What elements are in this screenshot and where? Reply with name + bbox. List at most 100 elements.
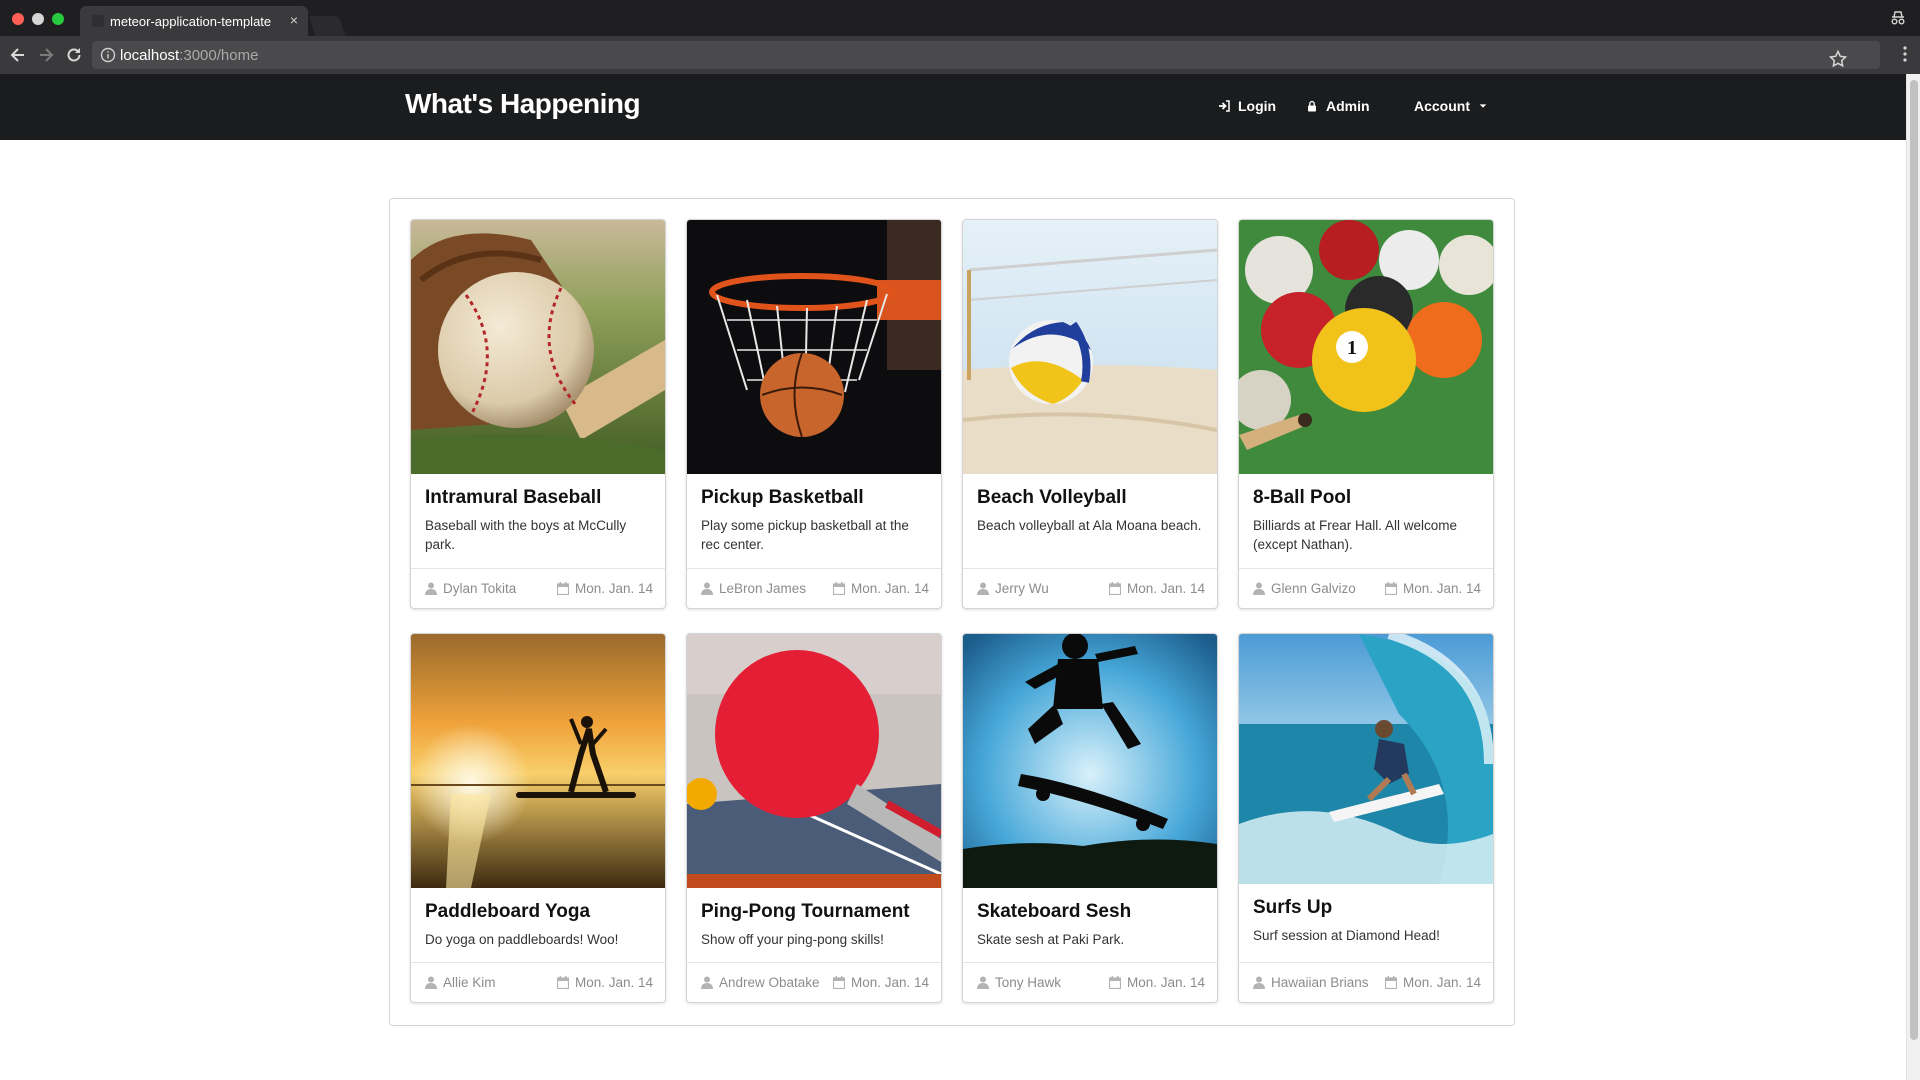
event-card[interactable]: Pickup Basketball Play some pickup baske… (686, 219, 942, 609)
bookmark-star-icon[interactable] (1828, 49, 1848, 69)
card-date: Mon. Jan. 14 (556, 581, 653, 596)
card-description: Billiards at Frear Hall. All welcome (ex… (1253, 518, 1458, 552)
volleyball-image (963, 220, 1217, 474)
date-text: Mon. Jan. 14 (1126, 975, 1205, 990)
card-title[interactable]: Intramural Baseball (425, 487, 601, 509)
browser-tab-bar: meteor-application-template × (0, 0, 1920, 36)
page-viewport: What's Happening Login Admin Account Int… (0, 74, 1906, 1080)
sign-in-icon (1219, 100, 1230, 112)
forward-arrow-icon[interactable] (36, 45, 56, 65)
card-date: Mon. Jan. 14 (1108, 581, 1205, 596)
card-date: Mon. Jan. 14 (1384, 581, 1481, 596)
user-name: LeBron James (719, 581, 807, 596)
card-date: Mon. Jan. 14 (1108, 975, 1205, 990)
card-date: Mon. Jan. 14 (832, 581, 929, 596)
close-window-button[interactable] (12, 13, 24, 25)
event-card[interactable]: 1 8-Ball Pool Billiards at Frear Hall. A… (1238, 219, 1494, 609)
calendar-icon (832, 582, 845, 595)
event-card[interactable]: Paddleboard Yoga Do yoga on paddleboards… (410, 633, 666, 1003)
login-link[interactable]: Login (1218, 98, 1276, 114)
card-footer: Andrew Obatake Mon. Jan. 14 (687, 962, 941, 1002)
user-name: Andrew Obatake (719, 975, 820, 990)
user-name: Allie Kim (443, 975, 496, 990)
svg-text:1: 1 (1347, 337, 1357, 359)
date-text: Mon. Jan. 14 (1402, 975, 1481, 990)
skateboard-image (963, 634, 1217, 888)
pool-picture: 1 (1239, 220, 1493, 474)
date-text: Mon. Jan. 14 (850, 581, 929, 596)
baseball-picture (411, 220, 665, 474)
date-text: Mon. Jan. 14 (574, 581, 653, 596)
user-icon (977, 976, 989, 989)
card-footer: Allie Kim Mon. Jan. 14 (411, 962, 665, 1002)
card-user: Glenn Galvizo (1253, 581, 1356, 596)
tab-close-icon[interactable]: × (290, 12, 298, 28)
calendar-icon (1108, 976, 1121, 989)
user-name: Dylan Tokita (443, 581, 517, 596)
card-user: Allie Kim (425, 975, 496, 990)
back-arrow-icon[interactable] (8, 45, 28, 65)
card-title[interactable]: Skateboard Sesh (977, 901, 1131, 923)
browser-tab[interactable]: meteor-application-template × (80, 6, 308, 36)
calendar-icon (832, 976, 845, 989)
new-tab-button[interactable] (308, 16, 346, 36)
date-text: Mon. Jan. 14 (1402, 581, 1481, 596)
card-description: Beach volleyball at Ala Moana beach. (977, 518, 1202, 533)
admin-label: Admin (1326, 98, 1370, 114)
card-title[interactable]: Surfs Up (1253, 897, 1332, 919)
incognito-profile-icon[interactable] (1890, 10, 1906, 26)
card-title[interactable]: Paddleboard Yoga (425, 901, 590, 923)
card-footer: Jerry Wu Mon. Jan. 14 (963, 568, 1217, 608)
maximize-window-button[interactable] (52, 13, 64, 25)
calendar-icon (1108, 582, 1121, 595)
card-title[interactable]: Beach Volleyball (977, 487, 1127, 509)
user-name: Glenn Galvizo (1271, 581, 1356, 596)
card-title[interactable]: Pickup Basketball (701, 487, 864, 509)
card-title[interactable]: 8-Ball Pool (1253, 487, 1351, 509)
date-text: Mon. Jan. 14 (850, 975, 929, 990)
ping-pong-picture (687, 634, 941, 888)
card-user: LeBron James (701, 581, 806, 596)
vertical-scrollbar[interactable] (1906, 74, 1920, 1080)
url-bar[interactable]: localhost:3000/home (92, 41, 1880, 69)
card-footer: Hawaiian Brians Mon. Jan. 14 (1239, 962, 1493, 1002)
scrollbar-thumb[interactable] (1910, 80, 1918, 1040)
lock-icon (1308, 100, 1316, 112)
brand-title[interactable]: What's Happening (405, 88, 641, 120)
info-icon[interactable] (100, 47, 116, 63)
card-description: Play some pickup basketball at the rec c… (701, 518, 909, 552)
calendar-icon (1384, 976, 1397, 989)
login-label: Login (1238, 98, 1277, 114)
account-label: Account (1414, 98, 1470, 114)
event-card[interactable]: Surfs Up Surf session at Diamond Head! H… (1238, 633, 1494, 1003)
admin-link[interactable]: Admin (1306, 98, 1370, 114)
calendar-icon (556, 976, 569, 989)
user-icon (1253, 582, 1265, 595)
user-name: Jerry Wu (995, 581, 1049, 596)
card-user: Andrew Obatake (701, 975, 820, 990)
ping-pong-image (687, 634, 941, 888)
event-card[interactable]: Skateboard Sesh Skate sesh at Paki Park.… (962, 633, 1218, 1003)
card-date: Mon. Jan. 14 (556, 975, 653, 990)
card-description: Skate sesh at Paki Park. (977, 932, 1125, 947)
card-description: Do yoga on paddleboards! Woo! (425, 932, 619, 947)
caret-down-icon (1479, 104, 1487, 108)
minimize-window-button[interactable] (32, 13, 44, 25)
top-navbar: What's Happening Login Admin Account (0, 74, 1906, 140)
browser-menu-icon[interactable] (1902, 44, 1908, 64)
account-dropdown[interactable]: Account (1414, 98, 1488, 114)
card-description: Surf session at Diamond Head! (1253, 928, 1440, 943)
event-card[interactable]: Ping-Pong Tournament Show off your ping-… (686, 633, 942, 1003)
user-name: Tony Hawk (995, 975, 1062, 990)
user-icon (425, 582, 437, 595)
basketball-image (687, 220, 941, 474)
event-card[interactable]: Beach Volleyball Beach volleyball at Ala… (962, 219, 1218, 609)
event-card[interactable]: Intramural Baseball Baseball with the bo… (410, 219, 666, 609)
user-icon (977, 582, 989, 595)
favicon-icon (92, 15, 104, 27)
reload-icon[interactable] (64, 45, 84, 65)
card-title[interactable]: Ping-Pong Tournament (701, 901, 910, 923)
card-date: Mon. Jan. 14 (832, 975, 929, 990)
user-icon (425, 976, 437, 989)
basketball-picture (687, 220, 941, 474)
